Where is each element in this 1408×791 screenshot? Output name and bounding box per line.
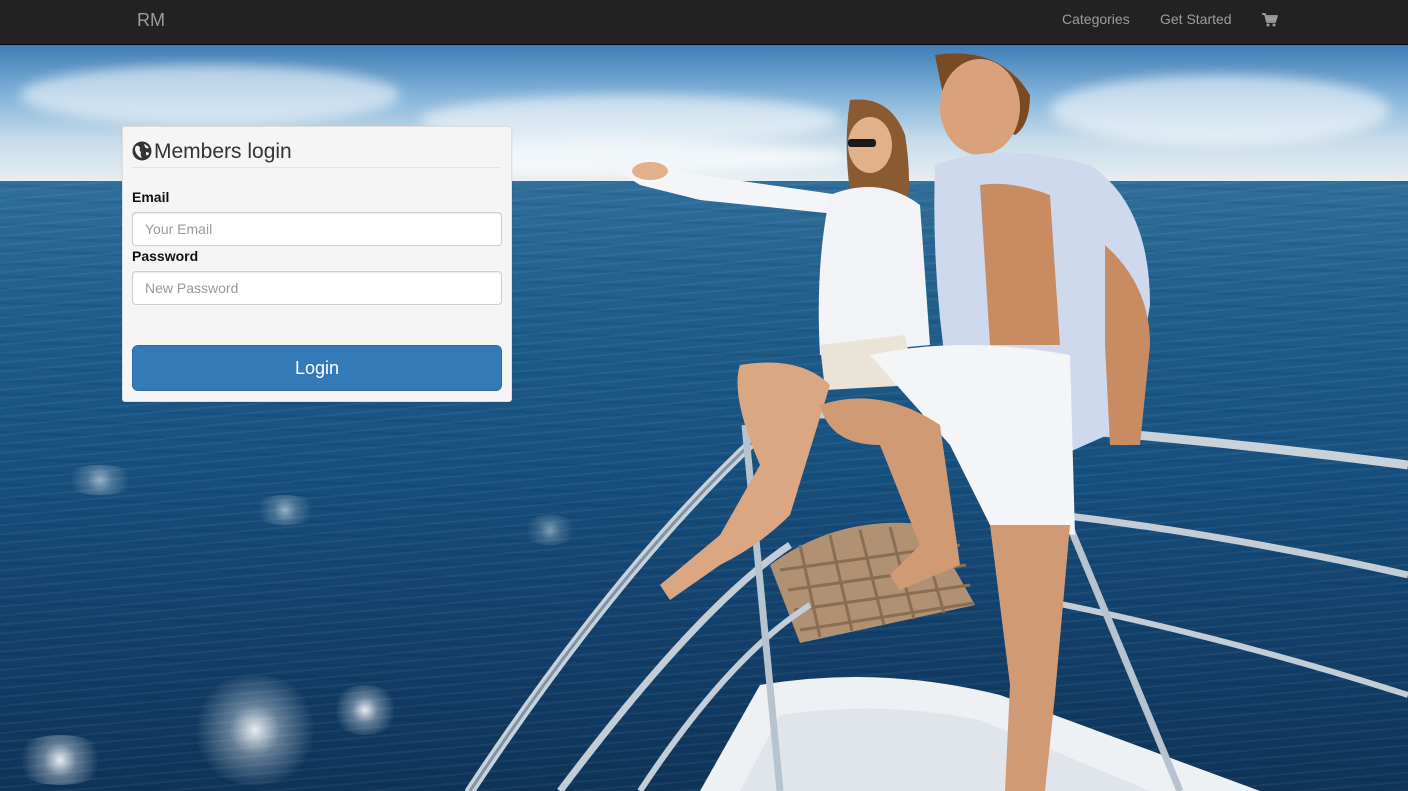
shopping-cart-icon[interactable] xyxy=(1262,13,1278,27)
login-button[interactable]: Login xyxy=(132,345,502,391)
brand-logo-link[interactable]: RM xyxy=(137,10,165,31)
globe-icon xyxy=(132,141,152,161)
railing xyxy=(1039,597,1408,698)
password-label: Password xyxy=(132,248,199,264)
railing xyxy=(1059,511,1408,579)
panel-title: Members login xyxy=(154,140,292,163)
nav-link-categories[interactable]: Categories xyxy=(1062,11,1130,27)
members-login-panel: Members login Email Password Login xyxy=(122,126,512,402)
top-navbar: RM Categories Get Started xyxy=(0,0,1408,45)
nav-link-get-started[interactable]: Get Started xyxy=(1160,11,1232,27)
password-input[interactable] xyxy=(132,271,502,305)
email-input[interactable] xyxy=(132,212,502,246)
email-label: Email xyxy=(132,189,170,205)
panel-header: Members login xyxy=(132,139,501,168)
